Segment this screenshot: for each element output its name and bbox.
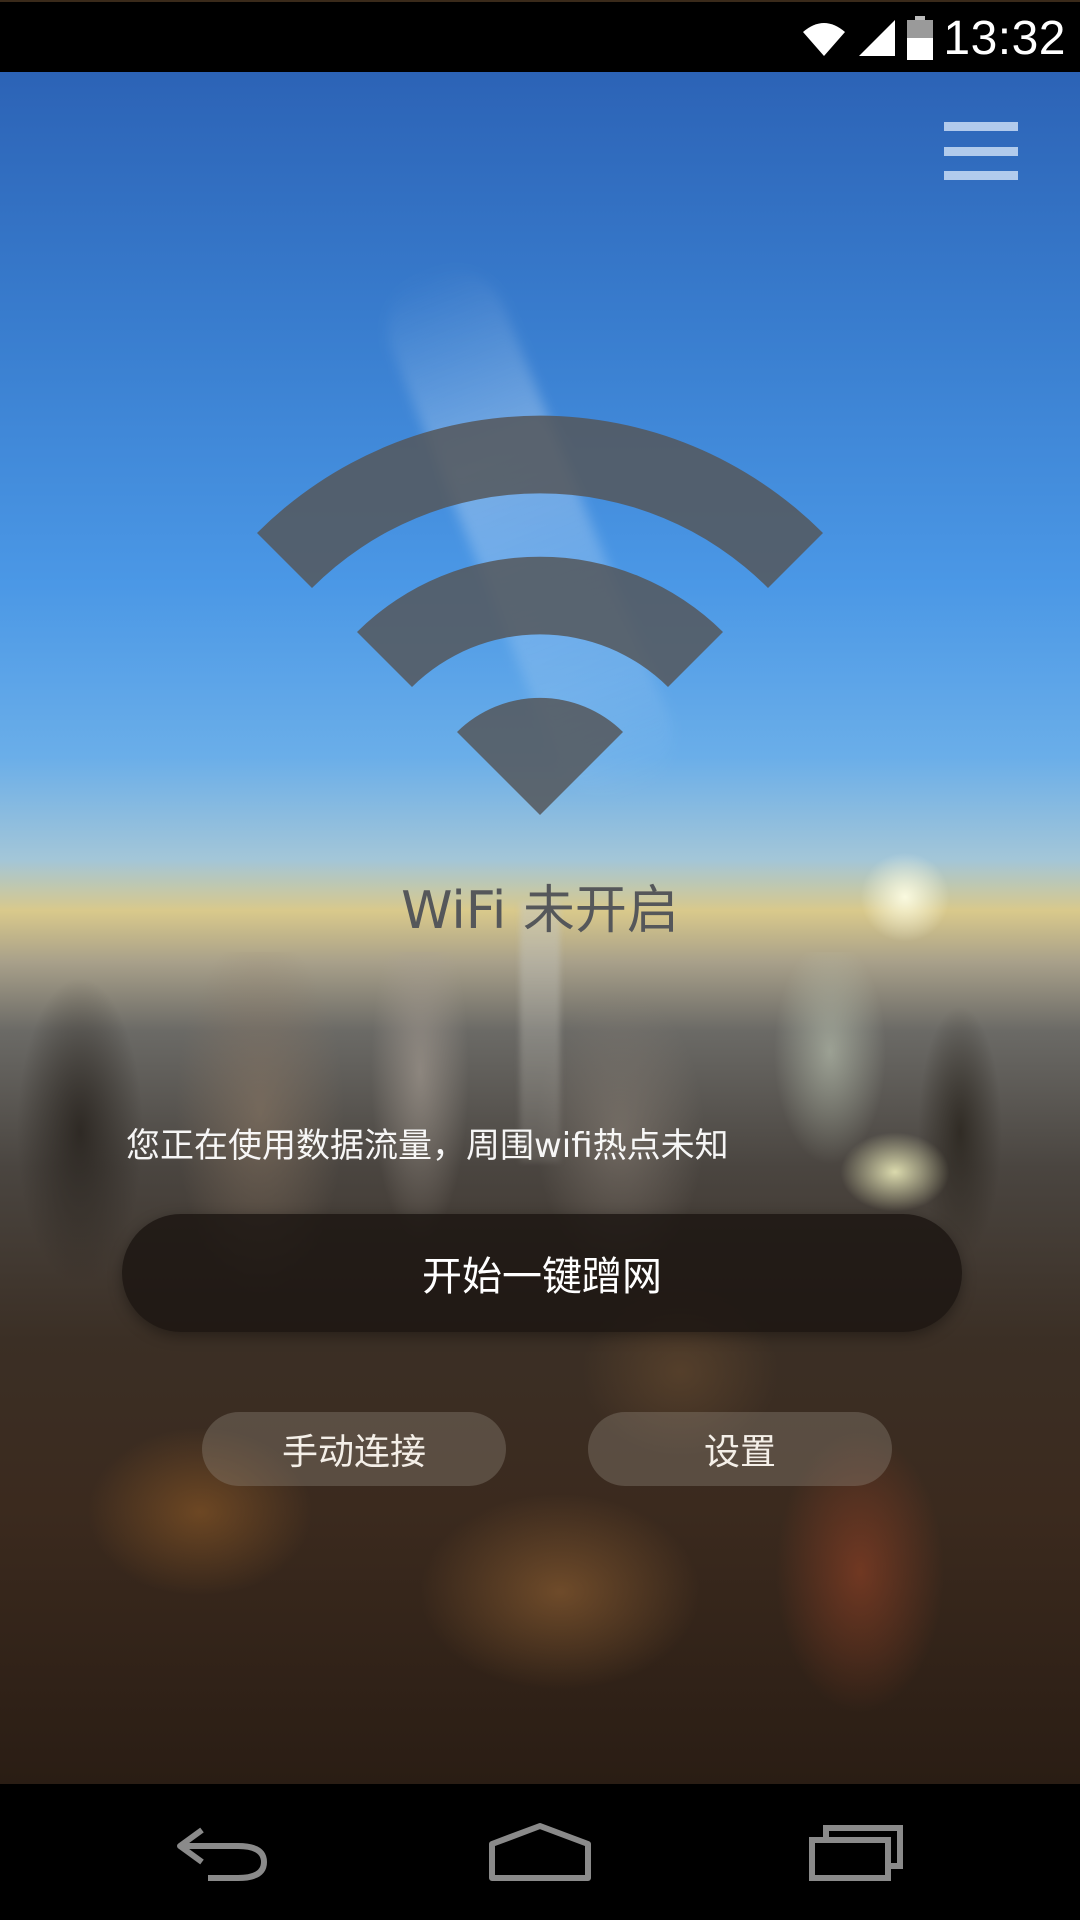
wifi-icon (257, 415, 823, 815)
wifi-status-title: WiFi 未开启 (401, 881, 679, 941)
manual-connect-button[interactable]: 手动连接 (202, 1412, 506, 1486)
one-click-connect-label: 开始一键蹭网 (422, 1254, 662, 1300)
wifi-wedge (457, 697, 623, 815)
one-click-connect-button[interactable]: 开始一键蹭网 (122, 1214, 962, 1332)
background-light (840, 1132, 950, 1212)
wifi-arc-middle (357, 556, 723, 687)
recents-icon[interactable] (806, 1822, 906, 1882)
home-icon[interactable] (486, 1822, 594, 1882)
data-usage-info-text: 您正在使用数据流量，周围wifi热点未知 (126, 1126, 729, 1166)
settings-label: 设置 (703, 1432, 776, 1473)
settings-button[interactable]: 设置 (588, 1412, 892, 1486)
manual-connect-label: 手动连接 (281, 1432, 426, 1473)
screen: 13:32 WiFi 未开启 您正在使用数据流量，周围wifi热点未知 开始一键… (0, 0, 1080, 1920)
navigation-bar (0, 1784, 1080, 1920)
back-icon[interactable] (172, 1822, 272, 1882)
